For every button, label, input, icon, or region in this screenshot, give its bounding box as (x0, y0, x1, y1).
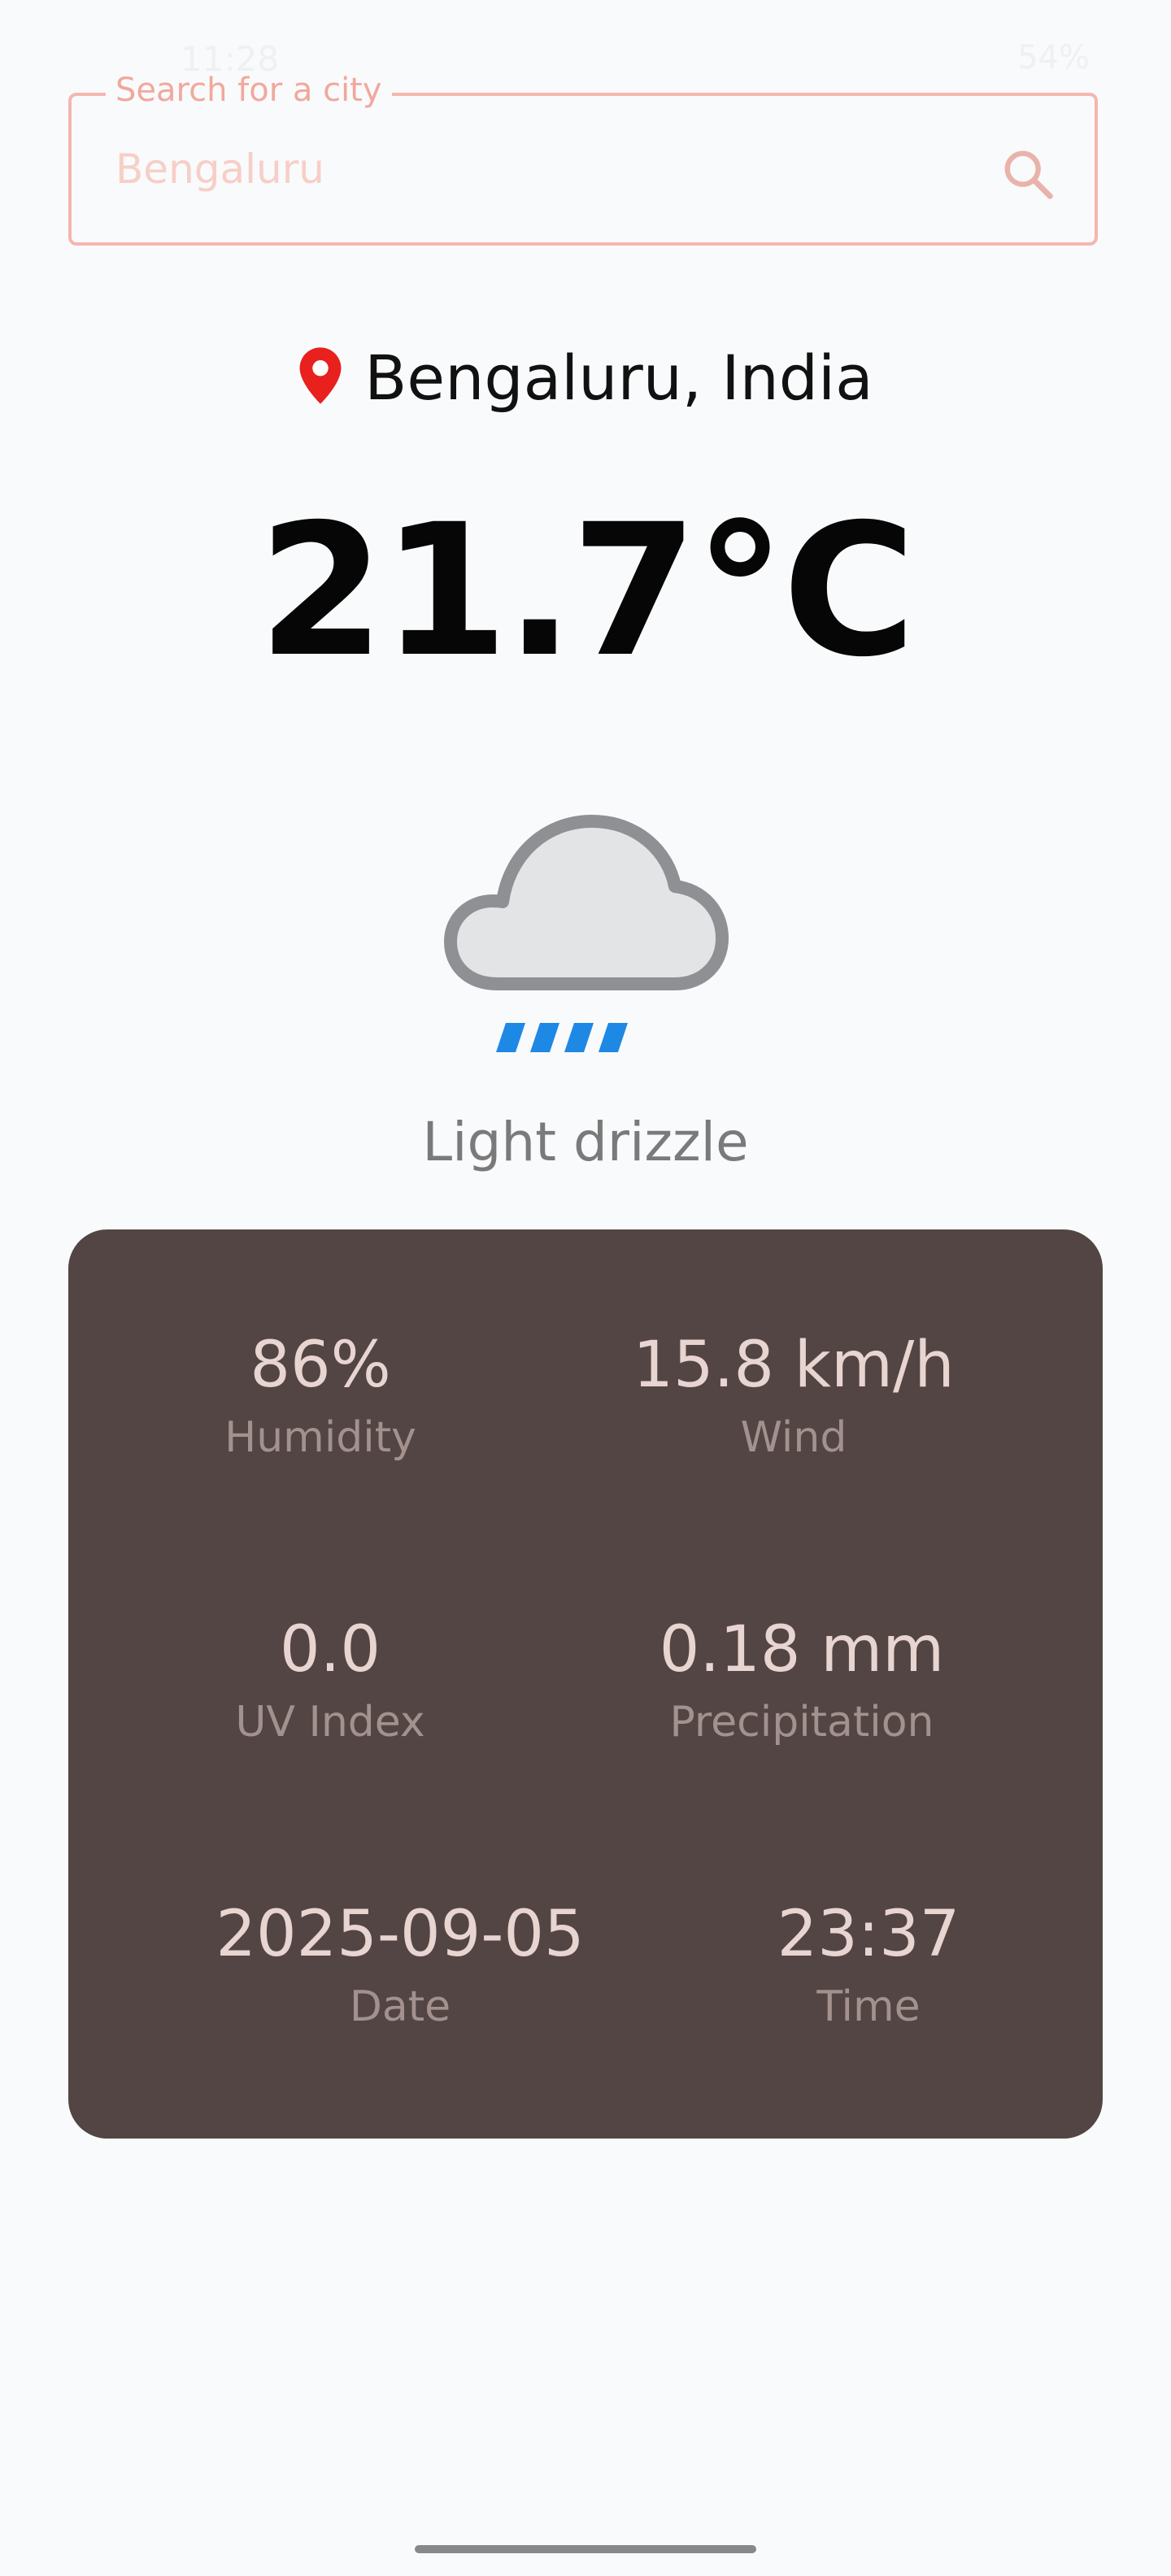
drizzle-drops (496, 1023, 628, 1052)
status-battery: 54% (1017, 39, 1090, 76)
location-name: Bengaluru, India (364, 342, 873, 414)
uv-index-stat: 0.0 UV Index (119, 1618, 542, 1743)
location: Bengaluru, India (0, 342, 1171, 414)
date-stat: 2025-09-05 Date (189, 1903, 612, 2028)
time-stat: 23:37 Time (657, 1903, 1080, 2028)
search-label: Search for a city (106, 72, 392, 109)
precipitation-stat: 0.18 mm Precipitation (590, 1618, 1013, 1743)
uv-index-value: 0.0 (279, 1613, 381, 1686)
time-value: 23:37 (777, 1898, 960, 1971)
weather-stats-card: 86% Humidity 15.8 km/h Wind 0.0 UV Index… (68, 1229, 1103, 2139)
date-label: Date (349, 1982, 451, 2031)
search-field[interactable]: Search for a city (68, 72, 1098, 246)
precipitation-value: 0.18 mm (659, 1613, 945, 1686)
uv-index-label: UV Index (235, 1698, 425, 1747)
search-icon[interactable] (1000, 146, 1057, 203)
date-value: 2025-09-05 (215, 1898, 585, 1971)
humidity-label: Humidity (224, 1413, 416, 1462)
wind-label: Wind (740, 1413, 847, 1462)
home-indicator[interactable] (415, 2545, 756, 2553)
wind-value: 15.8 km/h (633, 1329, 955, 1402)
humidity-value: 86% (250, 1329, 391, 1402)
humidity-stat: 86% Humidity (109, 1334, 532, 1459)
precipitation-label: Precipitation (669, 1698, 934, 1747)
search-input[interactable] (115, 137, 929, 202)
time-label: Time (816, 1982, 921, 2031)
light-drizzle-cloud-icon (444, 815, 729, 1052)
wind-stat: 15.8 km/h Wind (582, 1334, 1005, 1459)
location-pin-icon (299, 347, 342, 404)
temperature: 21.7°C (258, 485, 916, 697)
weather-condition: Light drizzle (422, 1111, 749, 1173)
weather-screen: 11:28 54% Search for a city Bengaluru, I… (0, 0, 1171, 2576)
